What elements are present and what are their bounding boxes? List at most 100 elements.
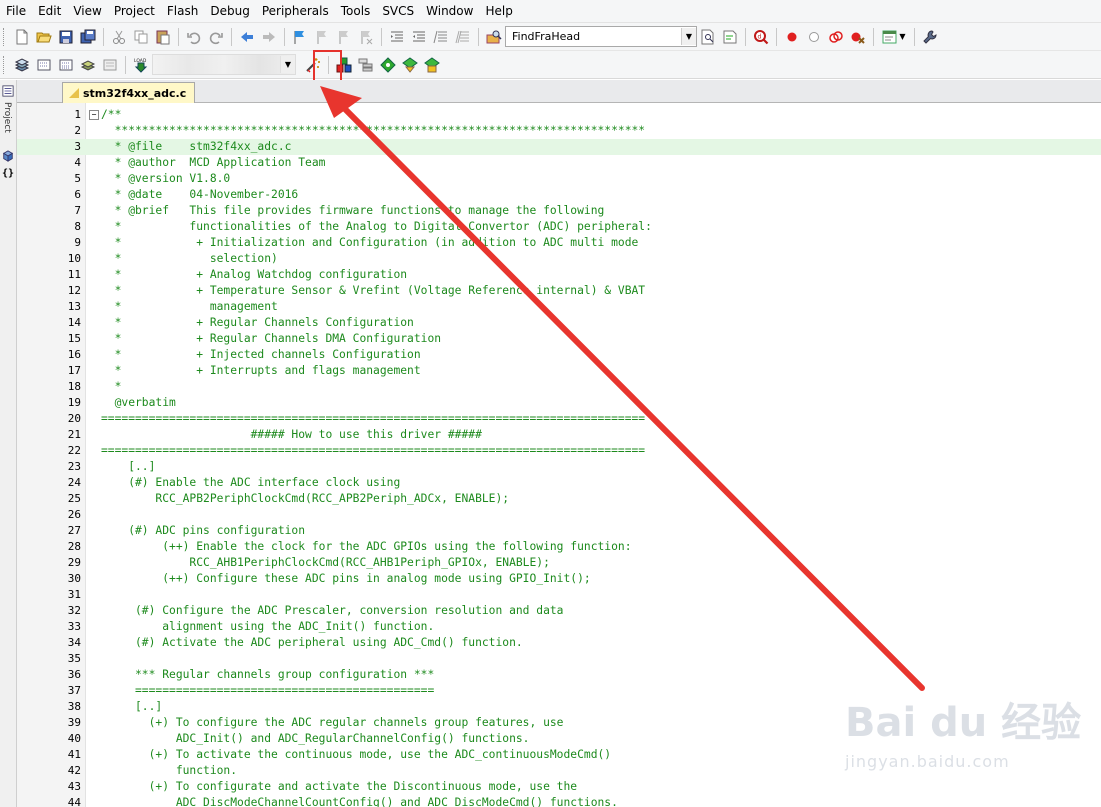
code-line[interactable]: 20 ======================================… [17, 411, 1101, 427]
code-line[interactable]: 18 * [17, 379, 1101, 395]
toolbar-grip[interactable] [3, 27, 7, 46]
menu-window[interactable]: Window [420, 0, 479, 22]
menu-flash[interactable]: Flash [161, 0, 204, 22]
open-file-button[interactable] [33, 26, 55, 48]
indent-button[interactable] [386, 26, 408, 48]
code-line[interactable]: 5 * @version V1.8.0 [17, 171, 1101, 187]
target-combo[interactable]: ▼ [152, 54, 296, 75]
code-line[interactable]: 11 * + Analog Watchdog configuration [17, 267, 1101, 283]
navigate-back-button[interactable] [236, 26, 258, 48]
chevron-down-icon[interactable]: ▼ [681, 28, 696, 45]
window-layout-button[interactable]: ▼ [878, 26, 910, 48]
code-line[interactable]: 4 * @author MCD Application Team [17, 155, 1101, 171]
clear-bookmarks-button[interactable] [355, 26, 377, 48]
tab-stm32f4xx-adc-c[interactable]: stm32f4xx_adc.c [62, 82, 196, 103]
menu-file[interactable]: File [0, 0, 32, 22]
code-line[interactable]: 2 **************************************… [17, 123, 1101, 139]
code-line[interactable]: 33 alignment using the ADC_Init() functi… [17, 619, 1101, 635]
code-line[interactable]: 30 (++) Configure these ADC pins in anal… [17, 571, 1101, 587]
chevron-down-icon[interactable]: ▼ [280, 56, 295, 73]
menu-edit[interactable]: Edit [32, 0, 67, 22]
comment-selection-button[interactable] [430, 26, 452, 48]
unindent-button[interactable] [408, 26, 430, 48]
find-combo[interactable]: FindFraHead ▼ [505, 26, 697, 47]
menu-project[interactable]: Project [108, 0, 161, 22]
code-line[interactable]: 34 (#) Activate the ADC peripheral using… [17, 635, 1101, 651]
functions-tab-icon[interactable]: {} [1, 167, 15, 181]
code-line[interactable]: 6 * @date 04-November-2016 [17, 187, 1101, 203]
code-line[interactable]: 24 (#) Enable the ADC interface clock us… [17, 475, 1101, 491]
enable-breakpoint-button[interactable] [803, 26, 825, 48]
rebuild-button[interactable] [55, 54, 77, 76]
translate-button[interactable] [11, 54, 33, 76]
build-button[interactable] [33, 54, 55, 76]
uncomment-selection-button[interactable] [452, 26, 474, 48]
save-all-button[interactable] [77, 26, 99, 48]
toolbar-grip[interactable] [3, 55, 7, 74]
insert-breakpoint-button[interactable] [781, 26, 803, 48]
code-line[interactable]: 7 * @brief This file provides firmware f… [17, 203, 1101, 219]
fold-toggle-icon[interactable]: − [89, 110, 99, 120]
code-line[interactable]: 12 * + Temperature Sensor & Vrefint (Vol… [17, 283, 1101, 299]
start-debug-button[interactable]: d [750, 26, 772, 48]
code-line[interactable]: 22 ======================================… [17, 443, 1101, 459]
code-line[interactable]: 8 * functionalities of the Analog to Dig… [17, 219, 1101, 235]
code-line[interactable]: 16 * + Injected channels Configuration [17, 347, 1101, 363]
code-line[interactable]: 28 (++) Enable the clock for the ADC GPI… [17, 539, 1101, 555]
code-line[interactable]: 9 * + Initialization and Configuration (… [17, 235, 1101, 251]
code-line[interactable]: 13 * management [17, 299, 1101, 315]
stop-build-button[interactable] [99, 54, 121, 76]
cut-button[interactable] [108, 26, 130, 48]
menu-svcs[interactable]: SVCS [376, 0, 420, 22]
code-line[interactable]: 32 (#) Configure the ADC Prescaler, conv… [17, 603, 1101, 619]
code-line[interactable]: 26 [17, 507, 1101, 523]
next-bookmark-button[interactable] [333, 26, 355, 48]
code-line[interactable]: 21 ##### How to use this driver ##### [17, 427, 1101, 443]
menu-tools[interactable]: Tools [335, 0, 377, 22]
kill-all-breakpoints-button[interactable] [847, 26, 869, 48]
code-line[interactable]: 27 (#) ADC pins configuration [17, 523, 1101, 539]
disable-all-breakpoints-button[interactable] [825, 26, 847, 48]
project-tab-icon[interactable] [1, 84, 15, 98]
batch-build-button[interactable] [77, 54, 99, 76]
code-line[interactable]: 25 RCC_APB2PeriphClockCmd(RCC_APB2Periph… [17, 491, 1101, 507]
code-line[interactable]: 31 [17, 587, 1101, 603]
insert-bookmark-button[interactable] [289, 26, 311, 48]
configure-button[interactable] [919, 26, 941, 48]
code-line[interactable]: 1−/** [17, 107, 1101, 123]
code-line[interactable]: 19 @verbatim [17, 395, 1101, 411]
code-line[interactable]: 23 [..] [17, 459, 1101, 475]
line-number: 29 [67, 556, 81, 569]
undo-button[interactable] [183, 26, 205, 48]
code-line[interactable]: 15 * + Regular Channels DMA Configuratio… [17, 331, 1101, 347]
find-in-files-button[interactable] [483, 26, 505, 48]
new-file-button[interactable] [11, 26, 33, 48]
pack-installer-button[interactable] [399, 54, 421, 76]
save-button[interactable] [55, 26, 77, 48]
code-line[interactable]: 36 *** Regular channels group configurat… [17, 667, 1101, 683]
download-button[interactable]: LOAD [130, 54, 152, 76]
menu-debug[interactable]: Debug [204, 0, 255, 22]
menu-help[interactable]: Help [479, 0, 518, 22]
code-line[interactable]: 29 RCC_AHB1PeriphClockCmd(RCC_AHB1Periph… [17, 555, 1101, 571]
run-time-environment-button[interactable] [421, 54, 443, 76]
books-tab-icon[interactable] [1, 149, 15, 163]
code-line[interactable]: 17 * + Interrupts and flags management [17, 363, 1101, 379]
menu-peripherals[interactable]: Peripherals [256, 0, 335, 22]
code-line[interactable]: 35 [17, 651, 1101, 667]
navigate-forward-button[interactable] [258, 26, 280, 48]
find-button[interactable] [697, 26, 719, 48]
code-line[interactable]: 10 * selection) [17, 251, 1101, 267]
select-packs-button[interactable] [377, 54, 399, 76]
incremental-find-button[interactable] [719, 26, 741, 48]
project-tab-label[interactable]: Project [2, 102, 12, 133]
code-line[interactable]: 3 * @file stm32f4xx_adc.c [17, 139, 1101, 155]
menu-view[interactable]: View [67, 0, 107, 22]
prev-bookmark-button[interactable] [311, 26, 333, 48]
line-number: 9 [74, 236, 81, 249]
redo-button[interactable] [205, 26, 227, 48]
manage-project-items-button[interactable] [355, 54, 377, 76]
code-line[interactable]: 14 * + Regular Channels Configuration [17, 315, 1101, 331]
paste-button[interactable] [152, 26, 174, 48]
copy-button[interactable] [130, 26, 152, 48]
